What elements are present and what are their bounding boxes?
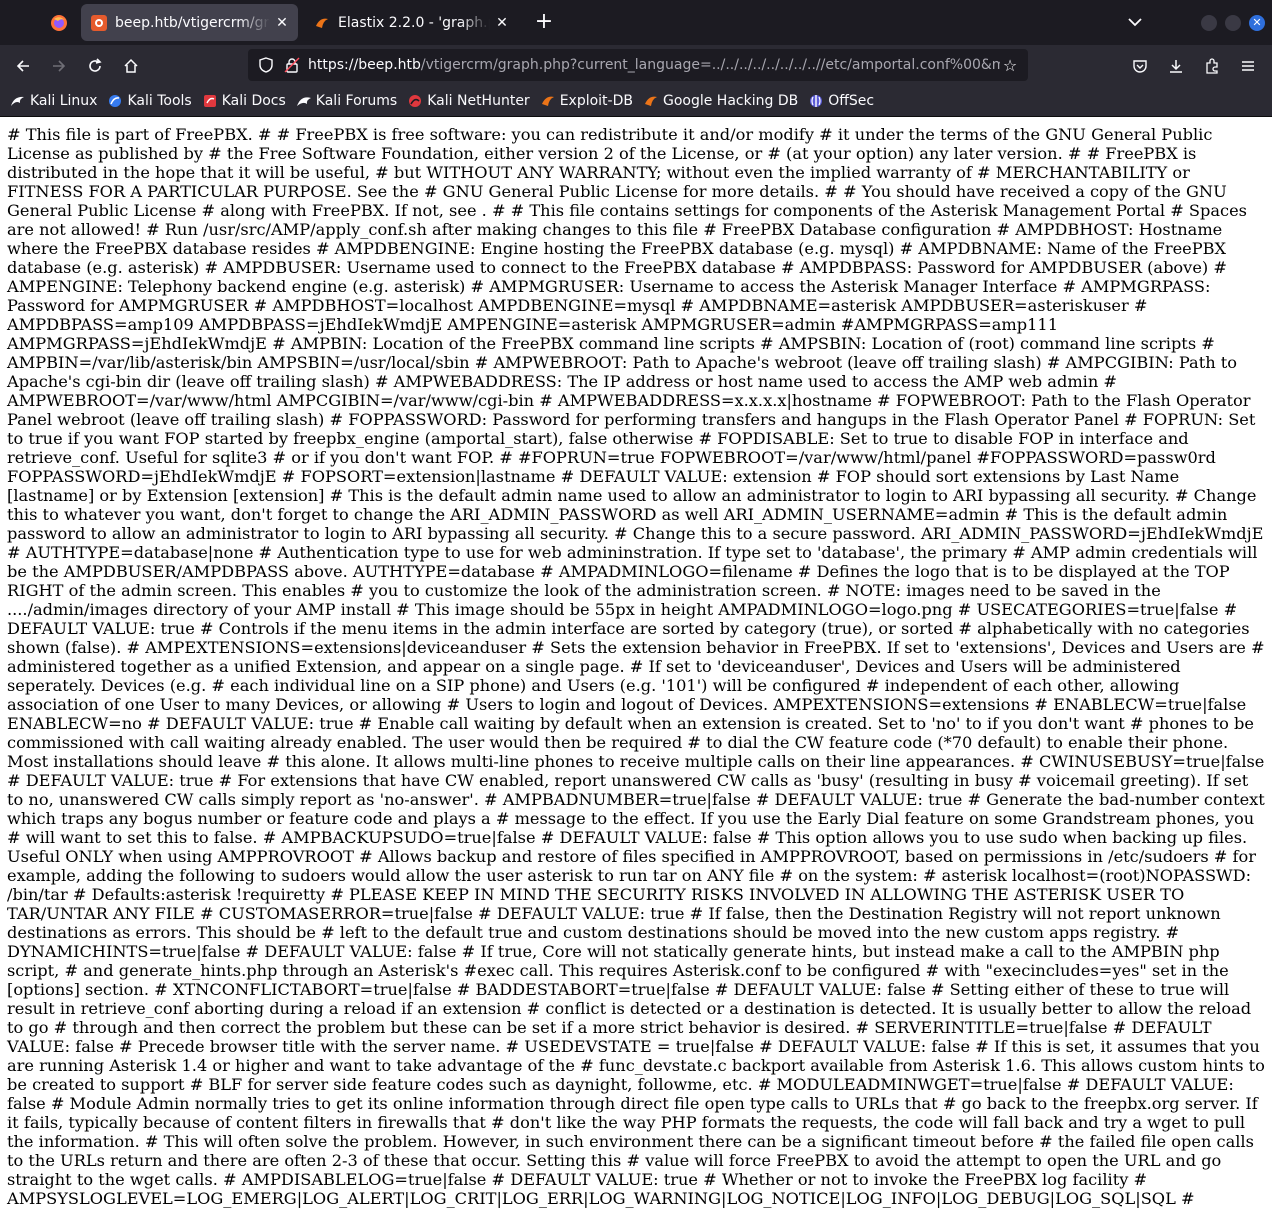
close-tab-icon[interactable]: ✕ <box>494 15 510 31</box>
tab-title: beep.htb/vtigercrm/graph.php <box>115 14 270 31</box>
tab-elastix-exploit[interactable]: Elastix 2.2.0 - 'graph.php' Local File I… <box>304 4 518 41</box>
bookmark-kali-tools[interactable]: Kali Tools <box>107 93 192 109</box>
chevron-down-icon <box>1128 17 1142 26</box>
tab-graph-php[interactable]: beep.htb/vtigercrm/graph.php ✕ <box>81 4 298 41</box>
home-icon <box>124 58 138 73</box>
close-tab-icon[interactable]: ✕ <box>274 15 290 31</box>
nethunter-icon <box>407 93 423 109</box>
minimize-window-button[interactable] <box>1201 14 1217 31</box>
kali-docs-icon <box>202 93 218 109</box>
address-bar[interactable]: https://beep.htb/vtigercrm/graph.php?cur… <box>248 49 1028 81</box>
firefox-icon <box>51 14 67 31</box>
list-all-tabs-button[interactable] <box>1121 16 1149 30</box>
forward-button[interactable] <box>43 50 75 82</box>
tab-title: Elastix 2.2.0 - 'graph.php' Local File I… <box>338 14 490 31</box>
url-text[interactable]: https://beep.htb/vtigercrm/graph.php?cur… <box>308 57 1000 73</box>
arrow-right-icon <box>53 59 66 72</box>
bookmark-label: Google Hacking DB <box>662 93 799 109</box>
close-window-button[interactable]: ✕ <box>1249 14 1265 31</box>
kali-forums-icon <box>296 93 312 109</box>
bookmark-label: Kali NetHunter <box>427 93 530 109</box>
url-path: /vtigercrm/graph.php?current_language=..… <box>420 57 1000 73</box>
lock-warning-icon[interactable] <box>282 55 302 75</box>
tab-strip: beep.htb/vtigercrm/graph.php ✕ Elastix 2… <box>0 0 1272 45</box>
bookmark-kali-nethunter[interactable]: Kali NetHunter <box>407 93 530 109</box>
maximize-window-button[interactable] <box>1225 14 1241 31</box>
bookmark-kali-linux[interactable]: Kali Linux <box>10 93 97 109</box>
amportal-conf-text: # This file is part of FreePBX. # # Free… <box>7 125 1265 1209</box>
url-scheme: https:// <box>308 57 359 73</box>
shield-icon[interactable] <box>256 55 276 75</box>
reload-button[interactable] <box>79 50 111 82</box>
app-menu-button[interactable] <box>1232 50 1264 82</box>
url-host: beep.htb <box>358 57 421 73</box>
home-button[interactable] <box>115 50 147 82</box>
bookmark-star-icon[interactable]: ☆ <box>1000 56 1020 75</box>
download-icon <box>1170 59 1182 73</box>
arrow-left-icon <box>16 59 29 72</box>
back-button[interactable] <box>7 50 39 82</box>
pocket-button[interactable] <box>1124 50 1156 82</box>
bookmark-label: Kali Linux <box>30 93 98 109</box>
puzzle-icon <box>1206 57 1218 74</box>
bookmark-label: Kali Forums <box>315 93 398 109</box>
elastix-favicon-icon <box>91 14 107 31</box>
new-tab-button[interactable]: + <box>530 9 558 37</box>
bookmark-kali-docs[interactable]: Kali Docs <box>202 93 286 109</box>
extensions-button[interactable] <box>1196 50 1228 82</box>
reload-icon <box>89 57 102 72</box>
kali-dragon-icon <box>10 93 26 109</box>
bookmark-offsec[interactable]: OffSec <box>808 93 874 109</box>
bookmark-label: Exploit-DB <box>559 93 633 109</box>
navigation-toolbar: https://beep.htb/vtigercrm/graph.php?cur… <box>0 45 1272 86</box>
downloads-button[interactable] <box>1160 50 1192 82</box>
exploit-db-favicon-icon <box>314 15 330 31</box>
bookmark-label: OffSec <box>828 93 875 109</box>
bookmark-google-hacking-db[interactable]: Google Hacking DB <box>643 93 798 109</box>
bookmarks-toolbar: Kali Linux Kali Tools Kali Docs Kali For… <box>0 86 1272 117</box>
offsec-icon <box>808 93 824 109</box>
ghdb-icon <box>643 93 659 109</box>
exploit-db-icon <box>540 93 556 109</box>
bookmark-kali-forums[interactable]: Kali Forums <box>296 93 397 109</box>
kali-tools-icon <box>107 93 123 109</box>
hamburger-menu-icon <box>1242 60 1254 71</box>
bookmark-exploit-db[interactable]: Exploit-DB <box>540 93 633 109</box>
bookmark-label: Kali Docs <box>221 93 286 109</box>
pocket-icon <box>1133 59 1147 73</box>
bookmark-label: Kali Tools <box>127 93 192 109</box>
firefox-menu-button[interactable] <box>37 0 81 45</box>
page-content: # This file is part of FreePBX. # # Free… <box>0 117 1272 1209</box>
